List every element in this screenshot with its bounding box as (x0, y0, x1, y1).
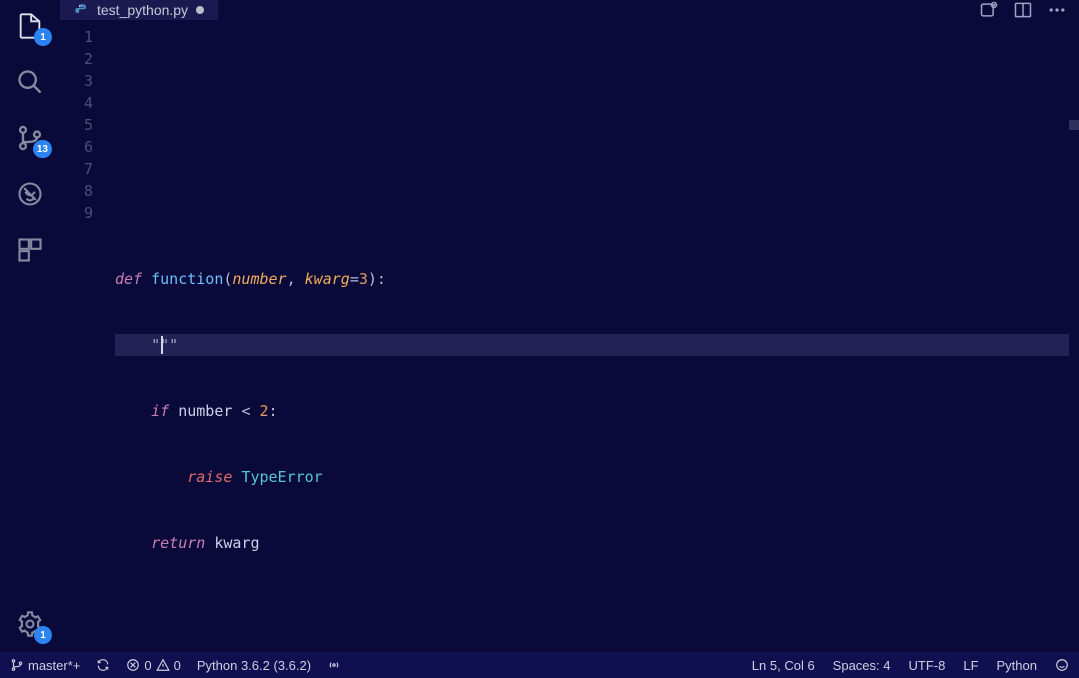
cursor-position-status[interactable]: Ln 5, Col 6 (752, 658, 815, 673)
function-name: function (151, 270, 223, 288)
line-number: 8 (60, 180, 93, 202)
branch-icon (10, 658, 24, 672)
explorer-badge: 1 (34, 28, 52, 46)
line-number: 1 (60, 26, 93, 48)
line-number: 6 (60, 136, 93, 158)
indentation-status[interactable]: Spaces: 4 (833, 658, 891, 673)
sync-status[interactable] (96, 658, 110, 672)
line-number: 7 (60, 158, 93, 180)
minimap-slider[interactable] (1069, 120, 1079, 130)
source-control-icon[interactable]: 13 (14, 122, 46, 154)
tab-bar: test_python.py (60, 0, 1079, 20)
extensions-icon[interactable] (14, 234, 46, 266)
tab-label: test_python.py (97, 2, 188, 18)
warning-icon (156, 658, 170, 672)
python-interpreter-status[interactable]: Python 3.6.2 (3.6.2) (197, 658, 311, 673)
docstring-quotes: """ (151, 336, 178, 354)
line-number: 2 (60, 48, 93, 70)
dirty-indicator-icon (196, 6, 204, 14)
tab-test-python[interactable]: test_python.py (60, 0, 218, 20)
error-icon (126, 658, 140, 672)
search-icon[interactable] (14, 66, 46, 98)
broadcast-icon (327, 658, 341, 672)
line-number: 3 (60, 70, 93, 92)
line-number: 5 (60, 114, 93, 136)
error-count: 0 (144, 658, 151, 673)
eol-status[interactable]: LF (963, 658, 978, 673)
more-actions-icon[interactable] (1047, 0, 1067, 20)
branch-label: master*+ (28, 658, 80, 673)
explorer-icon[interactable]: 1 (14, 10, 46, 42)
active-line: """ (115, 334, 1069, 356)
line-number-gutter: 1 2 3 4 5 6 7 8 9 (60, 20, 115, 652)
keyword-if: if (151, 402, 169, 420)
settings-gear-icon[interactable]: 1 (14, 608, 46, 640)
python-file-icon (74, 3, 89, 18)
live-share-status[interactable] (327, 658, 341, 672)
open-changes-icon[interactable] (979, 0, 999, 20)
keyword-raise: raise (187, 468, 232, 486)
param-kwarg: kwarg (305, 270, 350, 288)
status-bar: master*+ 0 0 Python 3.6.2 (3.6.2) Ln 5, … (0, 652, 1079, 678)
feedback-status[interactable] (1055, 658, 1069, 672)
line-number: 4 (60, 92, 93, 114)
debug-disabled-icon[interactable] (14, 178, 46, 210)
editor-column: test_python.py 1 2 3 4 5 (60, 0, 1079, 652)
git-branch-status[interactable]: master*+ (10, 658, 80, 673)
smiley-icon (1055, 658, 1069, 672)
encoding-status[interactable]: UTF-8 (909, 658, 946, 673)
language-mode-status[interactable]: Python (997, 658, 1037, 673)
text-cursor (161, 336, 163, 354)
python-version-label: Python 3.6.2 (3.6.2) (197, 658, 311, 673)
param-number: number (232, 270, 286, 288)
type-error: TypeError (241, 468, 322, 486)
line-number: 9 (60, 202, 93, 224)
code-content[interactable]: def function(number, kwarg=3): """ if nu… (115, 20, 1079, 652)
sync-icon (96, 658, 110, 672)
code-editor[interactable]: 1 2 3 4 5 6 7 8 9 def function(number, k… (60, 20, 1079, 652)
activity-bar: 1 13 1 (0, 0, 60, 652)
settings-badge: 1 (34, 626, 52, 644)
tab-actions (979, 0, 1079, 20)
keyword-return: return (151, 534, 205, 552)
problems-status[interactable]: 0 0 (126, 658, 180, 673)
keyword-def: def (115, 270, 142, 288)
scm-badge: 13 (33, 140, 52, 158)
warning-count: 0 (174, 658, 181, 673)
split-editor-icon[interactable] (1013, 0, 1033, 20)
